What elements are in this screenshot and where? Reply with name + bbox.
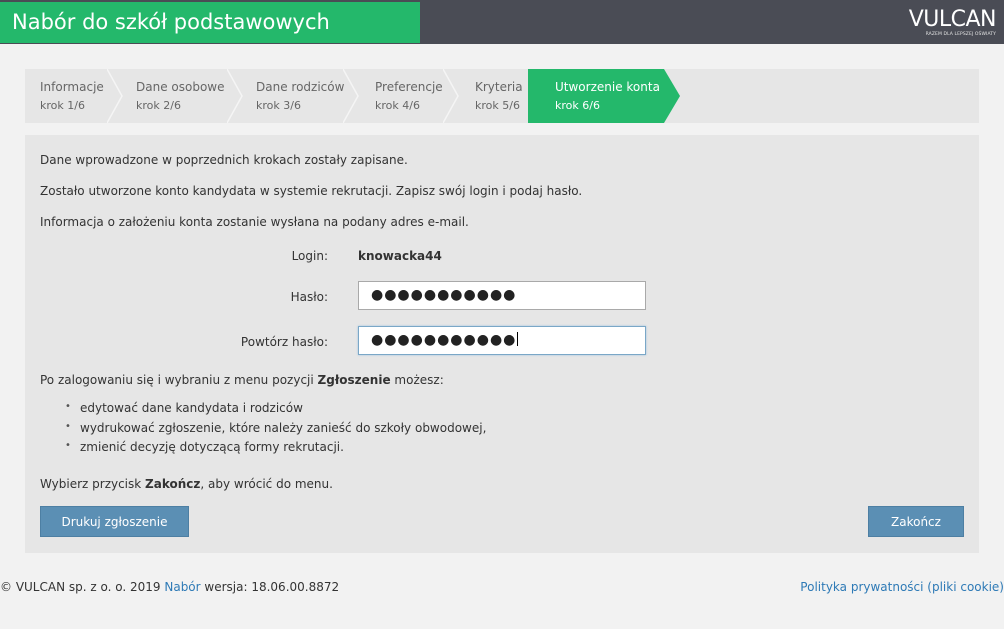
account-panel: Dane wprowadzone w poprzednich krokach z… <box>25 135 979 553</box>
privacy-policy-link[interactable]: Polityka prywatności (pliki cookie) <box>800 580 1004 594</box>
step-separator-icon <box>443 69 459 123</box>
nabor-link[interactable]: Nabór <box>164 580 200 594</box>
step-number: krok 5/6 <box>475 99 520 112</box>
after-login-prefix: Po zalogowaniu się i wybraniu z menu poz… <box>40 373 318 387</box>
step-label: Dane osobowe <box>136 80 225 94</box>
finish-button[interactable]: Zakończ <box>868 506 964 537</box>
text-caret <box>517 332 519 346</box>
active-step-arrow-icon <box>664 69 680 123</box>
page-title: Nabór do szkół podstawowych <box>12 10 330 34</box>
list-item: zmienić decyzję dotyczącą formy rekrutac… <box>65 440 486 460</box>
actions-list: edytować dane kandydata i rodziców wydru… <box>65 401 486 460</box>
vulcan-logo[interactable]: VULCAN RAZEM DLA LEPSZEJ OŚWIATY <box>896 7 997 40</box>
repeat-password-label: Powtórz hasło: <box>240 335 328 349</box>
step-label: Kryteria <box>475 80 523 94</box>
saved-info-text: Dane wprowadzone w poprzednich krokach z… <box>40 153 408 167</box>
after-login-text: Po zalogowaniu się i wybraniu z menu poz… <box>40 373 444 387</box>
step-informacje[interactable]: Informacje krok 1/6 <box>25 69 123 123</box>
step-number: krok 3/6 <box>256 99 301 112</box>
step-label: Preferencje <box>375 80 443 94</box>
list-item: wydrukować zgłoszenie, które należy zani… <box>65 421 486 441</box>
finish-suffix: , aby wrócić do menu. <box>200 477 333 491</box>
step-utworzenie-konta[interactable]: Utworzenie konta krok 6/6 <box>528 69 680 123</box>
top-bar: Nabór do szkół podstawowych VULCAN RAZEM… <box>0 0 1004 44</box>
email-info-text: Informacja o założeniu konta zostanie wy… <box>40 215 469 229</box>
logo-word: VULCAN <box>908 7 997 32</box>
login-value: knowacka44 <box>358 249 442 263</box>
after-login-bold: Zgłoszenie <box>317 373 391 387</box>
logo-tagline: RAZEM DLA LEPSZEJ OŚWIATY <box>925 32 996 37</box>
step-label: Utworzenie konta <box>555 80 660 94</box>
login-label: Login: <box>291 249 328 263</box>
version-text: wersja: 18.06.00.8872 <box>200 580 340 594</box>
copyright-text: © VULCAN sp. z o. o. 2019 <box>0 580 165 594</box>
repeat-password-field[interactable]: ●●●●●●●●●●● <box>358 326 646 355</box>
step-number: krok 2/6 <box>136 99 181 112</box>
finish-bold: Zakończ <box>145 477 201 491</box>
step-label: Informacje <box>40 80 104 94</box>
step-dane-rodzicow[interactable]: Dane rodziców krok 3/6 <box>241 69 359 123</box>
print-application-button[interactable]: Drukuj zgłoszenie <box>40 506 189 537</box>
title-block: Nabór do szkół podstawowych <box>0 2 420 43</box>
step-preferencje[interactable]: Preferencje krok 4/6 <box>360 69 459 123</box>
repeat-password-value: ●●●●●●●●●●● <box>371 332 517 348</box>
footer-copyright: © VULCAN sp. z o. o. 2019 Nabór wersja: … <box>0 580 339 594</box>
wizard-steps: Informacje krok 1/6 Dane osobowe krok 2/… <box>25 69 979 123</box>
step-number: krok 4/6 <box>375 99 420 112</box>
account-created-text: Zostało utworzone konto kandydata w syst… <box>40 184 583 198</box>
step-label: Dane rodziców <box>256 80 345 94</box>
after-login-suffix: możesz: <box>390 373 444 387</box>
step-number: krok 1/6 <box>40 99 85 112</box>
list-item: edytować dane kandydata i rodziców <box>65 401 486 421</box>
step-dane-osobowe[interactable]: Dane osobowe krok 2/6 <box>121 69 243 123</box>
finish-prefix: Wybierz przycisk <box>40 477 146 491</box>
password-label: Hasło: <box>290 290 328 304</box>
finish-info-text: Wybierz przycisk Zakończ, aby wrócić do … <box>40 477 333 491</box>
step-number: krok 6/6 <box>555 99 600 112</box>
password-value: ●●●●●●●●●●● <box>371 287 517 303</box>
step-kryteria[interactable]: Kryteria krok 5/6 <box>460 69 528 123</box>
step-separator-icon <box>343 69 359 123</box>
password-field[interactable]: ●●●●●●●●●●● <box>358 281 646 310</box>
